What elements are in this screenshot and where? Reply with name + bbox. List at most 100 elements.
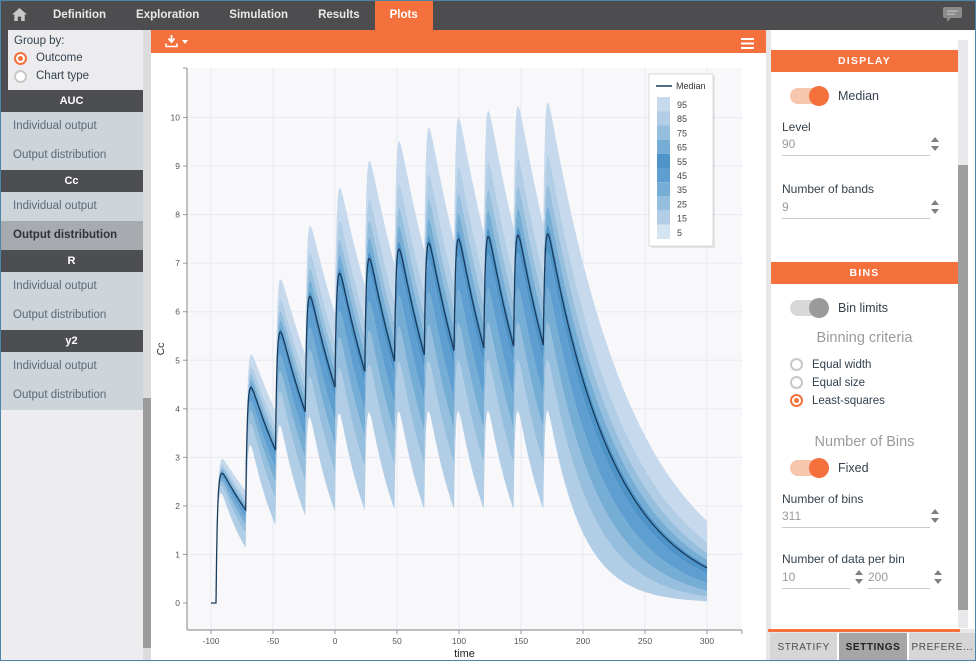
binning-criteria-least-squares[interactable]: Least-squares — [790, 392, 885, 409]
sidebar-item-y2-individual-output[interactable]: Individual output — [0, 352, 143, 381]
radio-label: Least-squares — [812, 395, 885, 407]
sidebar-item-r-output-distribution[interactable]: Output distribution — [0, 301, 143, 330]
output-distribution-chart: -100-50050100150200250300012345678910tim… — [151, 53, 766, 661]
footer-tab-prefere[interactable]: PREFERE... — [909, 633, 976, 661]
group-by-box: Group by: Outcome Chart type — [8, 30, 143, 90]
sidebar-item-cc-output-distribution[interactable]: Output distribution — [0, 221, 143, 250]
sidebar-item-r-individual-output[interactable]: Individual output — [0, 272, 143, 301]
legend-label-95: 95 — [677, 100, 687, 110]
nav-tab-results[interactable]: Results — [303, 0, 375, 30]
menu-icon — [741, 38, 754, 49]
footer-tab-stratify[interactable]: STRATIFY — [770, 633, 837, 661]
sidebar-item-cc-individual-output[interactable]: Individual output — [0, 192, 143, 221]
legend-label-35: 35 — [677, 185, 687, 195]
footer-tab-settings[interactable]: SETTINGS — [839, 633, 906, 661]
legend-swatch-55 — [657, 154, 670, 168]
radio-icon[interactable] — [790, 394, 803, 407]
radio-icon[interactable] — [790, 358, 803, 371]
sidebar-item-auc-output-distribution[interactable]: Output distribution — [0, 141, 143, 170]
home-button[interactable] — [0, 0, 38, 30]
legend-swatch-95 — [657, 97, 670, 111]
fixed-toggle[interactable] — [790, 460, 828, 476]
fixed-toggle-row: Fixed — [790, 458, 869, 478]
nav-tab-definition[interactable]: Definition — [38, 0, 121, 30]
number-of-bins-stepper[interactable] — [931, 509, 941, 523]
bins-section-header: BINS — [771, 262, 958, 284]
x-axis-title: time — [454, 648, 475, 660]
nav-tab-plots[interactable]: Plots — [375, 0, 433, 30]
settings-panel: DISPLAY Median Level 90 Number of bands … — [771, 30, 976, 629]
nav-tab-simulation[interactable]: Simulation — [214, 0, 303, 30]
svg-text:1: 1 — [175, 549, 180, 559]
legend-swatch-25 — [657, 196, 670, 210]
legend-label-85: 85 — [677, 114, 687, 124]
chat-button[interactable] — [943, 7, 962, 27]
footer-accent-rule — [768, 629, 960, 632]
footer-tabs: STRATIFYSETTINGSPREFERE... — [770, 633, 976, 661]
nav-tab-exploration[interactable]: Exploration — [121, 0, 214, 30]
download-caret-icon — [182, 40, 188, 44]
legend-label-75: 75 — [677, 128, 687, 138]
bin-limits-toggle[interactable] — [790, 300, 828, 316]
group-by-label: Group by: — [14, 35, 143, 47]
number-of-bins-value-input[interactable]: 311 — [782, 506, 930, 528]
data-per-bin-max-input[interactable]: 200 — [868, 567, 930, 589]
download-button[interactable] — [165, 35, 188, 48]
legend-swatch-65 — [657, 140, 670, 154]
legend-swatch-35 — [657, 182, 670, 196]
legend-swatch-15 — [657, 211, 670, 225]
level-input[interactable]: 90 — [782, 134, 930, 156]
data-per-bin-min-input[interactable]: 10 — [782, 567, 850, 589]
legend-label-15: 15 — [677, 214, 687, 224]
radio-label: Equal width — [812, 359, 871, 371]
chart-legend: Median9585756555453525155 — [649, 74, 715, 248]
app-window: DefinitionExplorationSimulationResultsPl… — [0, 0, 976, 661]
svg-text:0: 0 — [333, 636, 338, 646]
number-of-bands-stepper[interactable] — [931, 200, 941, 214]
legend-swatch-5 — [657, 225, 670, 239]
sidebar-scrollbar-thumb[interactable] — [143, 398, 151, 648]
number-of-bins-label: Number of bins — [782, 492, 863, 506]
bin-limits-toggle-label: Bin limits — [838, 301, 888, 315]
legend-label-5: 5 — [677, 228, 682, 238]
legend-median-label: Median — [676, 81, 706, 91]
radio-label: Outcome — [36, 52, 83, 64]
legend-label-25: 25 — [677, 199, 687, 209]
group-by-options: Outcome Chart type — [14, 50, 143, 84]
number-of-bands-input[interactable]: 9 — [782, 197, 930, 219]
group-by-option-outcome[interactable]: Outcome — [14, 50, 143, 66]
sidebar-empty-area — [0, 410, 143, 661]
sidebar-item-y2-output-distribution[interactable]: Output distribution — [0, 381, 143, 410]
svg-text:100: 100 — [452, 636, 466, 646]
chat-bubble-icon — [943, 7, 962, 22]
settings-scrollbar-thumb[interactable] — [958, 165, 968, 610]
svg-text:6: 6 — [175, 307, 180, 317]
group-by-option-chart-type[interactable]: Chart type — [14, 68, 143, 84]
median-toggle[interactable] — [790, 88, 828, 104]
svg-text:200: 200 — [576, 636, 590, 646]
sidebar-scrollbar[interactable] — [143, 30, 151, 661]
data-per-bin-min-stepper[interactable] — [855, 570, 865, 584]
radio-icon[interactable] — [790, 376, 803, 389]
legend-swatch-45 — [657, 168, 670, 182]
radio-icon[interactable] — [14, 52, 27, 65]
svg-text:150: 150 — [514, 636, 528, 646]
legend-swatch-85 — [657, 111, 670, 125]
nav-tabs: DefinitionExplorationSimulationResultsPl… — [38, 0, 433, 30]
svg-text:7: 7 — [175, 258, 180, 268]
level-stepper[interactable] — [931, 137, 941, 151]
bin-limits-toggle-row: Bin limits — [790, 298, 888, 318]
binning-criteria-equal-size[interactable]: Equal size — [790, 374, 865, 391]
sidebar-item-auc-individual-output[interactable]: Individual output — [0, 112, 143, 141]
sidebar-section-header-r: R — [0, 250, 143, 272]
radio-icon[interactable] — [14, 70, 27, 83]
chart-menu-button[interactable] — [741, 36, 754, 54]
legend-swatch-75 — [657, 125, 670, 139]
settings-scrollbar[interactable] — [958, 40, 968, 628]
data-per-bin-max-stepper[interactable] — [934, 570, 944, 584]
svg-text:0: 0 — [175, 598, 180, 608]
radio-label: Equal size — [812, 377, 865, 389]
svg-text:-100: -100 — [202, 636, 219, 646]
svg-text:10: 10 — [171, 113, 181, 123]
binning-criteria-equal-width[interactable]: Equal width — [790, 356, 871, 373]
